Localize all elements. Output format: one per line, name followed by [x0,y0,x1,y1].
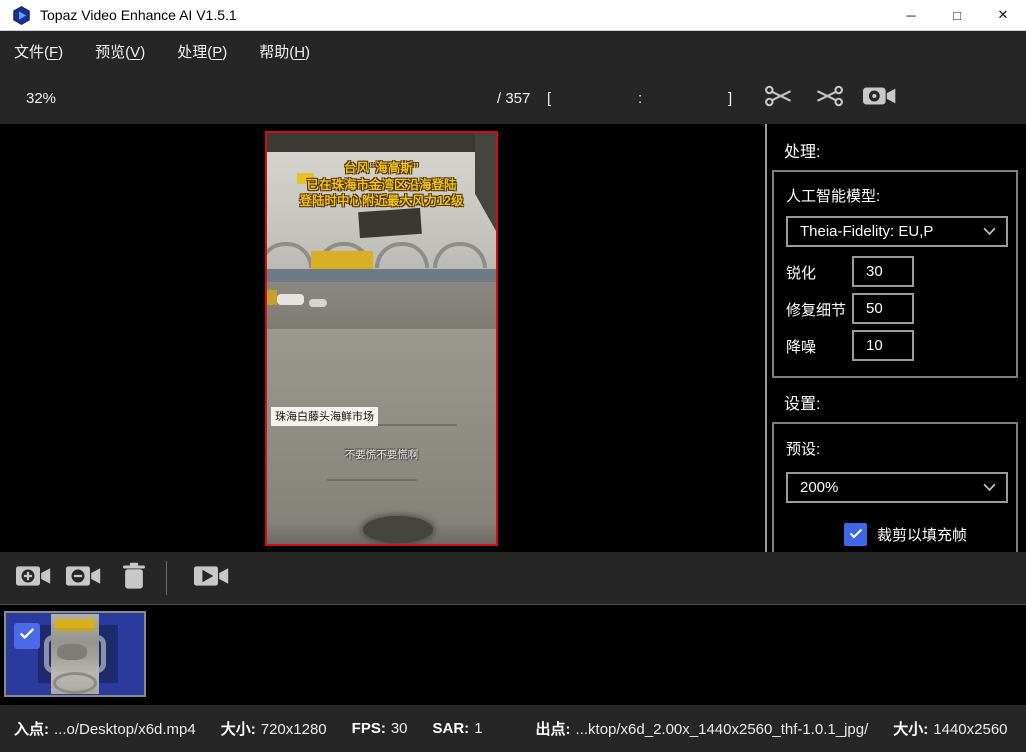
range-bracket-open: [ [547,72,551,124]
video-frame[interactable]: 台风“海高斯” 已在珠海市金湾区沿海登陆 登陆时中心附近最大风力12级 [265,131,498,546]
trim-splice-button[interactable] [814,72,844,124]
clip-thumbnail-selected[interactable] [4,611,146,697]
status-sar: SAR:1 [433,720,483,737]
chevron-down-icon [983,227,996,236]
menu-bar: 文件(F) 预览(V) 处理(P) 帮助(H) [0,31,1026,72]
preset-dropdown[interactable]: 200% [786,472,1008,503]
video-hanging-object [358,208,422,238]
video-flooded-road-shape [267,282,496,329]
chevron-down-icon [983,483,996,492]
clip-select-checkbox[interactable] [14,623,40,649]
app-logo-icon [12,6,31,25]
video-caption-text: 不要慌不要慌啊 [267,447,496,462]
trash-icon [122,562,146,595]
restore-detail-input[interactable] [852,293,914,324]
video-floodwater-shape [267,329,496,544]
total-frames-label: / 357 [497,72,530,124]
video-headline-text: 台风“海高斯” 已在珠海市金湾区沿海登陆 登陆时中心附近最大风力12级 [267,160,496,210]
trim-cut-button[interactable] [764,72,794,124]
process-video-button[interactable] [194,552,230,604]
clip-thumbnail-strip [0,605,1026,703]
menu-preview[interactable]: 预览(V) [95,41,145,62]
sharpen-input[interactable] [852,256,914,287]
process-video-icon [194,563,230,594]
scissors-splice-icon [814,84,844,113]
denoise-input[interactable] [852,330,914,361]
denoise-label: 降噪 [786,336,816,357]
status-in-point: 入点:...o/Desktop/x6d.mp4 [14,718,196,739]
video-ceiling-shape [267,133,496,152]
range-bracket-close: ] [728,72,732,124]
remove-video-icon [66,563,102,594]
ai-model-label: 人工智能模型: [786,185,880,206]
restore-detail-label: 修复细节 [786,299,846,320]
status-in-size: 大小:720x1280 [221,718,327,739]
window-title: Topaz Video Enhance AI V1.5.1 [40,7,237,23]
preset-label: 预设: [786,438,820,459]
close-button[interactable]: ✕ [980,0,1026,30]
check-icon [19,627,35,645]
preview-button[interactable] [863,72,897,124]
add-video-button[interactable] [16,552,52,604]
status-bar: 入点:...o/Desktop/x6d.mp4 大小:720x1280 FPS:… [0,703,1026,752]
preset-group: 预设: 200% 裁剪以填充帧 [772,422,1018,552]
title-bar: Topaz Video Enhance AI V1.5.1 ─ □ ✕ [0,0,1026,31]
zoom-level-label: 32% [26,72,56,124]
video-bridge-deck-shape [267,269,496,282]
minimize-button[interactable]: ─ [888,0,934,30]
clip-toolbar [0,552,1026,605]
playback-toolbar: 32% / 357 [ : ] [0,72,1026,124]
menu-file[interactable]: 文件(F) [14,41,63,62]
toolbar-divider [166,561,167,595]
range-separator: : [638,72,642,124]
menu-process[interactable]: 处理(P) [177,41,227,62]
preview-camera-icon [863,84,897,113]
ai-model-value: Theia-Fidelity: EU,P [800,223,933,240]
sharpen-label: 锐化 [786,262,816,283]
crop-to-fill-checkbox[interactable] [844,523,867,546]
video-location-label: 珠海白藤头海鲜市场 [271,407,378,426]
maximize-button[interactable]: □ [934,0,980,30]
check-icon [849,526,863,544]
remove-video-button[interactable] [66,552,102,604]
crop-to-fill-label: 裁剪以填充帧 [877,524,967,545]
video-bridge-shape [267,235,496,272]
status-out-size: 大小:1440x2560 [893,718,1007,739]
crop-to-fill-row: 裁剪以填充帧 [844,523,967,546]
ai-model-dropdown[interactable]: Theia-Fidelity: EU,P [786,216,1008,247]
window-controls: ─ □ ✕ [888,0,1026,30]
video-debris-shape [363,516,433,543]
scissors-cut-icon [764,84,794,113]
delete-clip-button[interactable] [122,552,146,604]
settings-panel: 处理: 人工智能模型: Theia-Fidelity: EU,P 锐化 修复细节… [767,124,1026,552]
status-out-point: 出点:...ktop/x6d_2.00x_1440x2560_thf-1.0.1… [536,718,869,739]
add-video-icon [16,563,52,594]
menu-help[interactable]: 帮助(H) [259,41,310,62]
thumbnail-video-image [51,614,99,694]
preset-value: 200% [800,479,838,496]
ai-model-group: 人工智能模型: Theia-Fidelity: EU,P 锐化 修复细节 降噪 [772,170,1018,378]
status-fps: FPS:30 [352,720,408,737]
video-preview-area: 台风“海高斯” 已在珠海市金湾区沿海登陆 登陆时中心附近最大风力12级 [0,124,765,552]
app-window: Topaz Video Enhance AI V1.5.1 ─ □ ✕ 文件(F… [0,0,1026,752]
settings-heading: 设置: [784,390,820,414]
processing-heading: 处理: [784,138,820,162]
